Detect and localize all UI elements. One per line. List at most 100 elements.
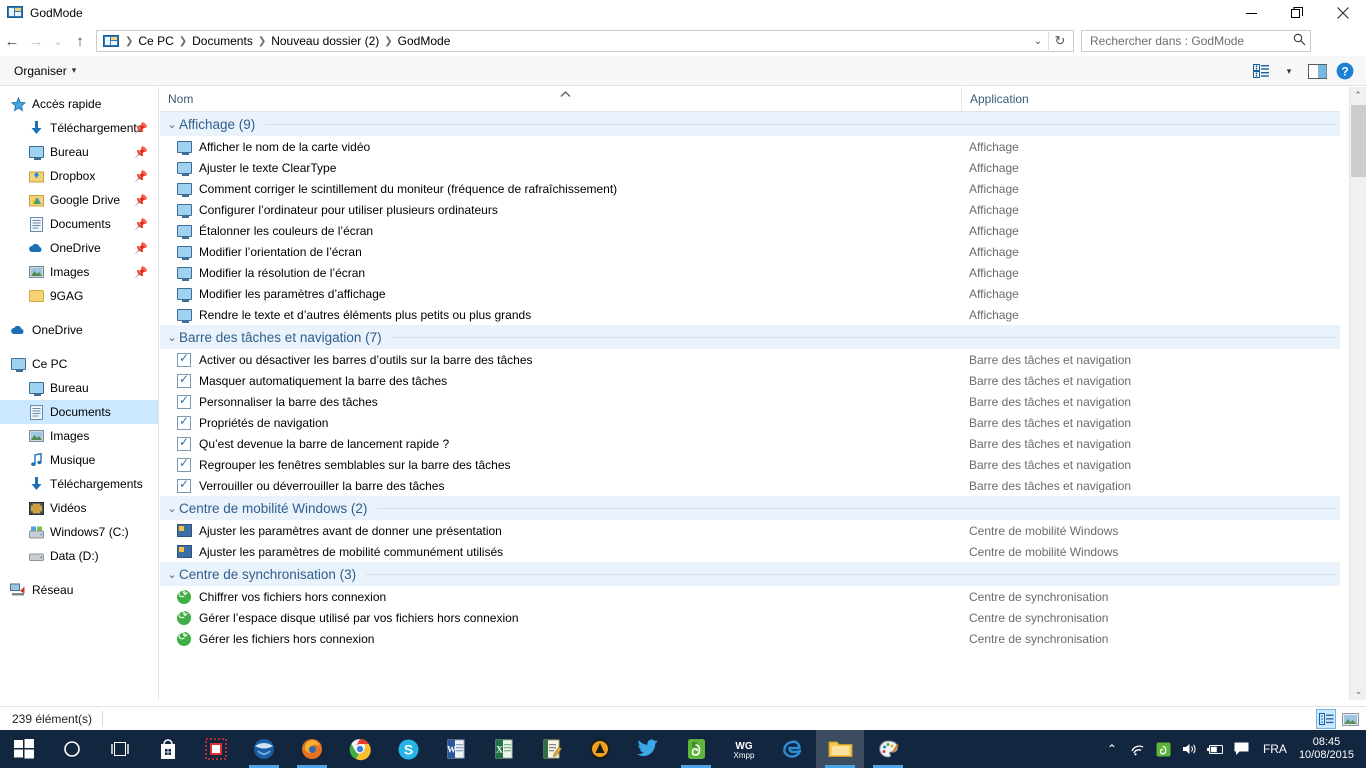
taskbar-app-evernote[interactable]	[672, 730, 720, 768]
scroll-up-icon[interactable]: ⌃	[1350, 87, 1366, 104]
taskbar-app-firefox[interactable]	[288, 730, 336, 768]
sidebar-item-documents[interactable]: Documents 📌	[0, 212, 158, 236]
table-row[interactable]: Afficher le nom de la carte vidéo Affich…	[160, 136, 1340, 157]
pin-icon[interactable]: 📌	[134, 170, 148, 183]
group-header-centre-mobilite[interactable]: ⌄ Centre de mobilité Windows (2)	[160, 496, 1340, 520]
breadcrumb[interactable]: ❯ Ce PC ❯ Documents ❯ Nouveau dossier (2…	[123, 34, 1028, 48]
volume-icon[interactable]	[1177, 730, 1203, 768]
table-row[interactable]: Ajuster les paramètres avant de donner u…	[160, 520, 1340, 541]
sidebar-item-pc-images[interactable]: Images	[0, 424, 158, 448]
pin-icon[interactable]: 📌	[134, 242, 148, 255]
table-row[interactable]: Propriétés de navigation Barre des tâche…	[160, 412, 1340, 433]
table-row[interactable]: Activer ou désactiver les barres d’outil…	[160, 349, 1340, 370]
sidebar-item-reseau[interactable]: Réseau	[0, 578, 158, 602]
clock[interactable]: 08:45 10/08/2015	[1295, 736, 1366, 762]
breadcrumb-item-0[interactable]: Ce PC	[135, 34, 176, 48]
taskbar-app-thunderbird[interactable]	[240, 730, 288, 768]
scroll-down-icon[interactable]: ⌄	[1350, 683, 1366, 700]
sidebar-item-acces-rapide[interactable]: Accès rapide	[0, 92, 158, 116]
sidebar-item-dropbox[interactable]: Dropbox 📌	[0, 164, 158, 188]
start-button[interactable]	[0, 730, 48, 768]
details-view-button[interactable]	[1316, 709, 1336, 729]
preview-pane-button[interactable]	[1304, 59, 1330, 83]
search-input[interactable]: Rechercher dans : GodMode	[1090, 34, 1293, 48]
taskbar-app-edge[interactable]	[768, 730, 816, 768]
chevron-down-icon[interactable]: ⌄	[165, 118, 179, 131]
show-hidden-icons-button[interactable]: ⌃	[1099, 730, 1125, 768]
group-header-barre-des-taches[interactable]: ⌄ Barre des tâches et navigation (7)	[160, 325, 1340, 349]
table-row[interactable]: Comment corriger le scintillement du mon…	[160, 178, 1340, 199]
file-list-pane[interactable]: Nom Application ⌄ Affichage (9) Afficher…	[160, 87, 1366, 700]
breadcrumb-item-1[interactable]: Documents	[189, 34, 256, 48]
taskbar-app-microsoft-store[interactable]	[144, 730, 192, 768]
close-button[interactable]	[1320, 0, 1366, 26]
search-box[interactable]: Rechercher dans : GodMode	[1081, 30, 1311, 52]
help-button[interactable]: ?	[1332, 59, 1358, 83]
sidebar-item-images-quick[interactable]: Images 📌	[0, 260, 158, 284]
taskbar-app-wg-xmpp[interactable]: WG Xmpp	[720, 730, 768, 768]
recent-locations-button[interactable]: ⌄	[48, 28, 68, 54]
table-row[interactable]: Modifier les paramètres d’affichage Affi…	[160, 283, 1340, 304]
sidebar-item-pc-videos[interactable]: Vidéos	[0, 496, 158, 520]
taskbar-app-twitter[interactable]	[624, 730, 672, 768]
table-row[interactable]: Regrouper les fenêtres semblables sur la…	[160, 454, 1340, 475]
maximize-restore-button[interactable]	[1274, 0, 1320, 26]
group-header-affichage[interactable]: ⌄ Affichage (9)	[160, 112, 1340, 136]
language-indicator[interactable]: FRA	[1255, 742, 1295, 756]
pin-icon[interactable]: 📌	[134, 194, 148, 207]
view-options-caret[interactable]: ▾	[1276, 59, 1302, 83]
back-button[interactable]: ←	[0, 28, 24, 54]
breadcrumb-item-3[interactable]: GodMode	[395, 34, 454, 48]
group-header-centre-synchronisation[interactable]: ⌄ Centre de synchronisation (3)	[160, 562, 1340, 586]
sidebar-item-9gag[interactable]: 9GAG	[0, 284, 158, 308]
table-row[interactable]: Rendre le texte et d’autres éléments plu…	[160, 304, 1340, 325]
table-row[interactable]: Modifier l’orientation de l’écran Affich…	[160, 241, 1340, 262]
pin-icon[interactable]: 📌	[134, 146, 148, 159]
table-row[interactable]: Ajuster les paramètres de mobilité commu…	[160, 541, 1340, 562]
large-icons-view-button[interactable]	[1340, 709, 1360, 729]
sidebar-item-pc-bureau[interactable]: Bureau	[0, 376, 158, 400]
sidebar-item-telechargements[interactable]: Téléchargements 📌	[0, 116, 158, 140]
table-row[interactable]: Qu’est devenue la barre de lancement rap…	[160, 433, 1340, 454]
pin-icon[interactable]: 📌	[134, 266, 148, 279]
table-row[interactable]: Masquer automatiquement la barre des tâc…	[160, 370, 1340, 391]
table-row[interactable]: Ajuster le texte ClearType Affichage	[160, 157, 1340, 178]
sidebar-item-pc-telechargements[interactable]: Téléchargements	[0, 472, 158, 496]
action-center-icon[interactable]	[1229, 730, 1255, 768]
navigation-pane[interactable]: Accès rapide Téléchargements 📌 Bureau 📌 …	[0, 87, 159, 700]
taskbar-app-file-explorer[interactable]	[816, 730, 864, 768]
task-view-icon[interactable]	[96, 730, 144, 768]
sidebar-item-onedrive[interactable]: OneDrive	[0, 318, 158, 342]
table-row[interactable]: Chiffrer vos fichiers hors connexion Cen…	[160, 586, 1340, 607]
sidebar-item-google-drive[interactable]: Google Drive 📌	[0, 188, 158, 212]
table-row[interactable]: Modifier la résolution de l’écran Affich…	[160, 262, 1340, 283]
address-bar[interactable]: ❯ Ce PC ❯ Documents ❯ Nouveau dossier (2…	[96, 30, 1074, 52]
breadcrumb-item-2[interactable]: Nouveau dossier (2)	[268, 34, 382, 48]
chevron-down-icon[interactable]: ⌄	[165, 568, 179, 581]
minimize-button[interactable]	[1228, 0, 1274, 26]
taskbar-app-paint[interactable]	[864, 730, 912, 768]
sidebar-item-onedrive-quick[interactable]: OneDrive 📌	[0, 236, 158, 260]
table-row[interactable]: Verrouiller ou déverrouiller la barre de…	[160, 475, 1340, 496]
battery-icon[interactable]	[1203, 730, 1229, 768]
up-button[interactable]: ↑	[68, 28, 92, 54]
vertical-scroll-thumb[interactable]	[1351, 105, 1366, 177]
evernote-tray-icon[interactable]	[1151, 730, 1177, 768]
vertical-scrollbar[interactable]: ⌃ ⌄	[1349, 87, 1366, 700]
taskbar-app-amule[interactable]	[576, 730, 624, 768]
sidebar-item-pc-musique[interactable]: Musique	[0, 448, 158, 472]
sidebar-item-bureau[interactable]: Bureau 📌	[0, 140, 158, 164]
sidebar-item-pc-documents[interactable]: Documents	[0, 400, 158, 424]
taskbar-app-notes[interactable]	[528, 730, 576, 768]
table-row[interactable]: Configurer l’ordinateur pour utiliser pl…	[160, 199, 1340, 220]
column-header-application[interactable]: Application	[961, 87, 1341, 111]
refresh-button[interactable]: ↻	[1049, 33, 1071, 49]
pin-icon[interactable]: 📌	[134, 122, 148, 135]
organiser-button[interactable]: Organiser ▾	[14, 64, 76, 78]
view-options-icon[interactable]	[1248, 59, 1274, 83]
taskbar-app-excel[interactable]: X	[480, 730, 528, 768]
sidebar-item-windows7-c[interactable]: Windows7 (C:)	[0, 520, 158, 544]
table-row[interactable]: Gérer les fichiers hors connexion Centre…	[160, 628, 1340, 649]
sidebar-item-data-d[interactable]: Data (D:)	[0, 544, 158, 568]
chevron-down-icon[interactable]: ⌄	[165, 331, 179, 344]
